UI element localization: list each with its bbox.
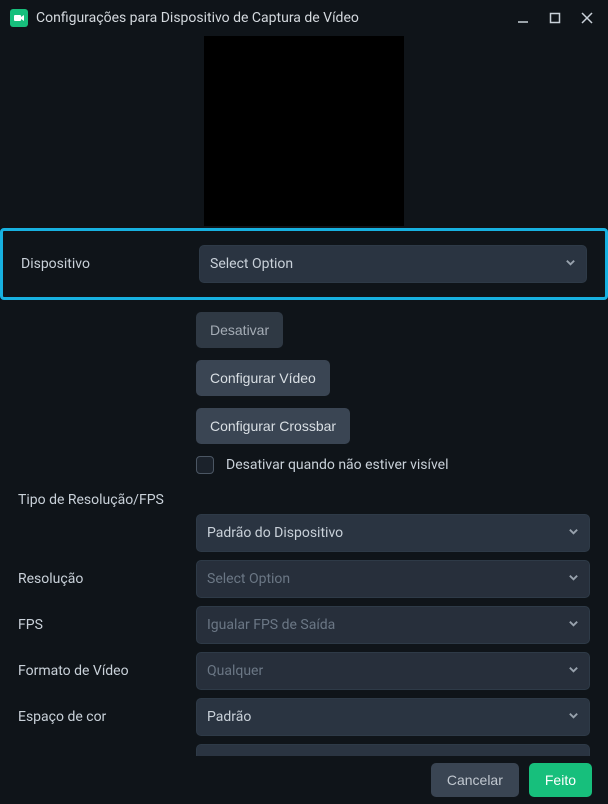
chevron-down-icon (565, 256, 576, 272)
chevron-down-icon (568, 571, 579, 587)
video-format-select[interactable]: Qualquer (196, 652, 590, 690)
deactivate-invisible-checkbox[interactable] (196, 456, 214, 474)
chevron-down-icon (568, 617, 579, 633)
window-title: Configurações para Dispositivo de Captur… (36, 10, 508, 26)
resolution-select-value: Select Option (207, 571, 290, 587)
maximize-button[interactable] (548, 11, 562, 25)
resolution-select[interactable]: Select Option (196, 560, 590, 598)
deactivate-button[interactable]: Desativar (196, 312, 283, 348)
configure-video-button[interactable]: Configurar Vídeo (196, 360, 330, 396)
done-button[interactable]: Feito (529, 763, 592, 797)
res-type-select[interactable]: Padrão do Dispositivo (196, 514, 590, 552)
color-range-select[interactable]: Padrão (196, 744, 590, 756)
configure-crossbar-button[interactable]: Configurar Crossbar (196, 408, 350, 444)
color-range-select-value: Padrão (207, 755, 251, 756)
chevron-down-icon (568, 663, 579, 679)
device-select[interactable]: Select Option (199, 245, 587, 283)
dialog-footer: Cancelar Feito (0, 756, 608, 804)
device-select-value: Select Option (210, 256, 293, 272)
device-row: Dispositivo Select Option (0, 228, 608, 300)
chevron-down-icon (568, 709, 579, 725)
chevron-down-icon (568, 755, 579, 756)
resolution-label: Resolução (18, 571, 186, 587)
fps-label: FPS (18, 617, 186, 633)
app-icon (10, 9, 28, 27)
color-space-select[interactable]: Padrão (196, 698, 590, 736)
fps-select-value: Igualar FPS de Saída (207, 617, 335, 633)
device-label: Dispositivo (21, 256, 189, 272)
fps-select[interactable]: Igualar FPS de Saída (196, 606, 590, 644)
titlebar: Configurações para Dispositivo de Captur… (0, 0, 608, 36)
deactivate-invisible-label[interactable]: Desativar quando não estiver visível (226, 457, 449, 473)
video-preview (204, 36, 404, 226)
color-space-label: Espaço de cor (18, 709, 186, 725)
chevron-down-icon (568, 525, 579, 541)
cancel-button[interactable]: Cancelar (431, 763, 519, 797)
properties-form: Dispositivo Select Option Desativar Conf… (0, 228, 608, 756)
res-type-select-value: Padrão do Dispositivo (207, 525, 343, 541)
video-format-label: Formato de Vídeo (18, 663, 186, 679)
minimize-button[interactable] (516, 11, 530, 25)
close-button[interactable] (580, 11, 594, 25)
res-type-label: Tipo de Resolução/FPS (18, 492, 186, 508)
color-space-select-value: Padrão (207, 709, 251, 725)
video-format-select-value: Qualquer (207, 663, 263, 679)
preview-area (0, 36, 608, 228)
